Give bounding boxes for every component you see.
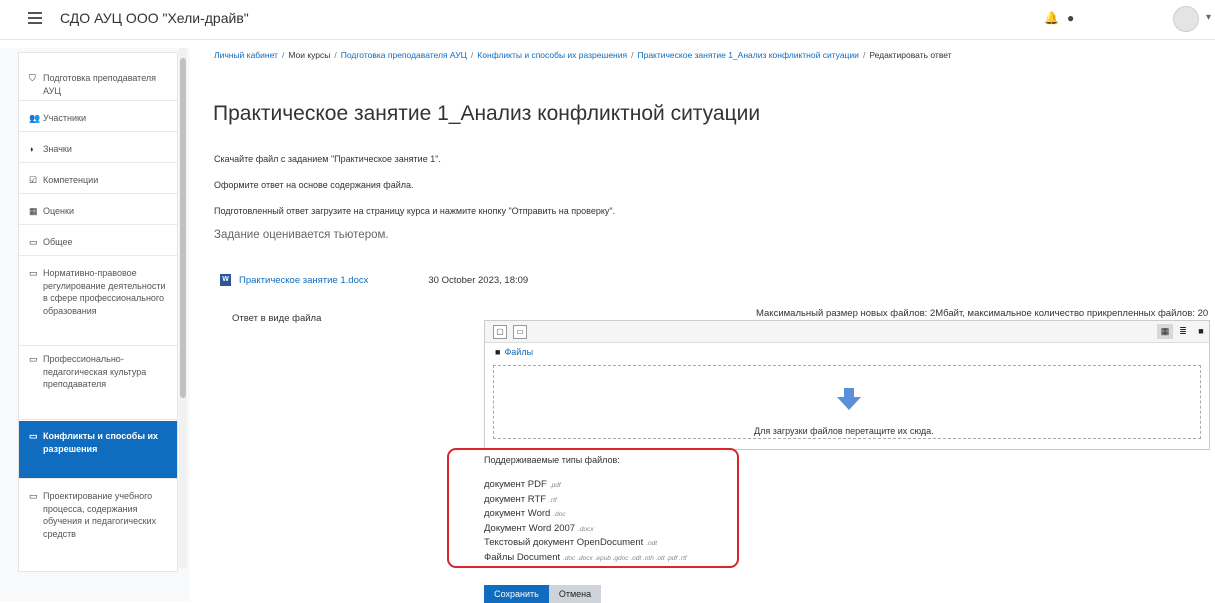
breadcrumb-current: Редактировать ответ <box>869 50 952 60</box>
supported-types-title: Поддерживаемые типы файлов: <box>484 455 620 465</box>
supported-types-list: документ PDF .pdf документ RTF .rtf докуме… <box>484 478 687 565</box>
bell-icon[interactable]: 🔔 <box>1044 11 1059 25</box>
chat-icon[interactable]: ● <box>1067 11 1074 25</box>
download-arrow-icon <box>837 388 861 410</box>
sidebar-item-badges[interactable]: ◗ Значки <box>19 134 177 163</box>
assignment-intro: Скачайте файл с заданием "Практическое з… <box>214 154 615 257</box>
dropzone-text: Для загрузки файлов перетащите их сюда. <box>754 426 934 436</box>
files-root-link[interactable]: Файлы <box>504 347 533 357</box>
course-index-drawer: ⛉ Подготовка преподавателя АУЦ 👥 Участники… <box>18 52 178 572</box>
breadcrumb-link[interactable]: Личный кабинет <box>214 50 278 60</box>
attachment-date: 30 October 2023, 18:09 <box>428 274 529 286</box>
folder-icon: ■ <box>495 347 501 357</box>
folder-icon: ▭ <box>29 491 38 501</box>
breadcrumb-link[interactable]: Подготовка преподавателя АУЦ <box>341 50 467 60</box>
sidebar-item-label: Профессионально-педагогическая культура … <box>43 354 147 389</box>
sidebar-item-label: Конфликты и способы их разрешения <box>43 431 159 454</box>
instruction-text: Подготовленный ответ загрузите на страни… <box>214 206 616 216</box>
file-manager: ▢ ▭ ▦ ≣ ■ ■ Файлы Для загрузки файлов пер… <box>484 320 1210 450</box>
file-type-item: Файлы Document .doc .docx .epub .gdoc .od… <box>484 551 687 563</box>
sidebar-item-general[interactable]: ▭ Общее <box>19 227 177 256</box>
tree-view-icon[interactable]: ■ <box>1193 324 1209 339</box>
folder-icon: ▭ <box>29 431 38 441</box>
word-document-icon: W <box>220 274 231 286</box>
file-type-item: документ Word .doc <box>484 508 566 519</box>
shield-icon: ◗ <box>29 144 35 154</box>
top-icons: 🔔 ● <box>1044 11 1082 25</box>
folder-icon: ▭ <box>29 354 38 364</box>
sidebar-item-section-active[interactable]: ▭ Конфликты и способы их разрешения <box>19 421 177 479</box>
user-avatar[interactable] <box>1173 6 1199 32</box>
file-dropzone[interactable]: Для загрузки файлов перетащите их сюда. <box>493 365 1201 439</box>
page-title: Практическое занятие 1_Анализ конфликтно… <box>213 102 761 125</box>
instruction-text: Оформите ответ на основе содержания файл… <box>214 180 414 190</box>
site-name[interactable]: СДО АУЦ ООО "Хели-драйв" <box>60 10 249 26</box>
sidebar-item-competencies[interactable]: ☑ Компетенции <box>19 165 177 194</box>
add-file-icon[interactable]: ▢ <box>493 325 507 339</box>
file-path: ■ Файлы <box>495 347 533 357</box>
folder-icon: ▭ <box>29 268 38 278</box>
sidebar-item-label: Проектирование учебного процесса, содерж… <box>43 491 157 539</box>
grid-view-icon[interactable]: ▦ <box>1157 324 1173 339</box>
create-folder-icon[interactable]: ▭ <box>513 325 527 339</box>
file-type-item: Текстовый документ OpenDocument .odt <box>484 537 658 548</box>
sidebar-item-section[interactable]: ▭ Профессионально-педагогическая культура… <box>19 348 177 420</box>
file-type-item: Документ Word 2007 .docx <box>484 522 594 534</box>
chevron-down-icon[interactable]: ▾ <box>1206 12 1211 23</box>
folder-icon: ▭ <box>29 237 38 247</box>
attachment-link[interactable]: Практическое занятие 1.docx <box>239 275 368 286</box>
users-icon: 👥 <box>29 113 41 123</box>
sidebar-item-grades[interactable]: ▦ Оценки <box>19 196 177 225</box>
table-icon: ▦ <box>29 206 38 216</box>
graduation-cap-icon: ⛉ <box>29 73 36 83</box>
instruction-text: Скачайте файл с заданием "Практическое з… <box>214 154 441 164</box>
sidebar-item-label: Значки <box>43 144 72 154</box>
breadcrumb-link[interactable]: Мои курсы <box>288 50 330 60</box>
list-view-icon[interactable]: ≣ <box>1175 324 1191 339</box>
sidebar-item-section[interactable]: ▭ Нормативно-правовое регулирование деяте… <box>19 258 177 346</box>
assignment-attachment: W Практическое занятие 1.docx 30 October… <box>220 274 528 286</box>
sidebar-item-label: Компетенции <box>43 175 99 185</box>
check-square-icon: ☑ <box>29 175 38 185</box>
max-file-info: Максимальный размер новых файлов: 2Мбайт… <box>756 308 1209 319</box>
sidebar-item-label: Участники <box>43 113 86 123</box>
sidebar-item-course[interactable]: ⛉ Подготовка преподавателя АУЦ <box>19 67 177 101</box>
top-navbar: СДО АУЦ ООО "Хели-драйв" 🔔 ● ▾ <box>0 0 1215 40</box>
sidebar-item-label: Подготовка преподавателя АУЦ <box>43 73 157 96</box>
breadcrumb-link[interactable]: Конфликты и способы их разрешения <box>477 50 627 60</box>
sidebar-item-label: Общее <box>43 237 73 247</box>
grader-note: Задание оценивается тьютером. <box>214 229 389 241</box>
file-type-item: документ PDF .pdf <box>484 479 561 490</box>
save-button[interactable]: Сохранить <box>484 585 549 603</box>
file-manager-toolbar: ▢ ▭ ▦ ≣ ■ <box>485 321 1209 343</box>
menu-toggle-icon[interactable] <box>28 12 42 24</box>
sidebar-scrollbar-thumb[interactable] <box>180 58 186 398</box>
sidebar-item-label: Оценки <box>43 206 74 216</box>
sidebar-item-label: Нормативно-правовое регулирование деятел… <box>43 268 166 316</box>
breadcrumb: Личный кабинет / Мои курсы / Подготовка преп… <box>214 50 952 60</box>
cancel-button[interactable]: Отмена <box>549 585 601 603</box>
file-type-item: документ RTF .rtf <box>484 493 557 505</box>
sidebar-item-participants[interactable]: 👥 Участники <box>19 103 177 132</box>
sidebar-item-section[interactable]: ▭ Проектирование учебного процесса, содер… <box>19 481 177 569</box>
breadcrumb-link[interactable]: Практическое занятие 1_Анализ конфликтно… <box>637 50 858 60</box>
file-submission-label: Ответ в виде файла <box>232 313 322 324</box>
